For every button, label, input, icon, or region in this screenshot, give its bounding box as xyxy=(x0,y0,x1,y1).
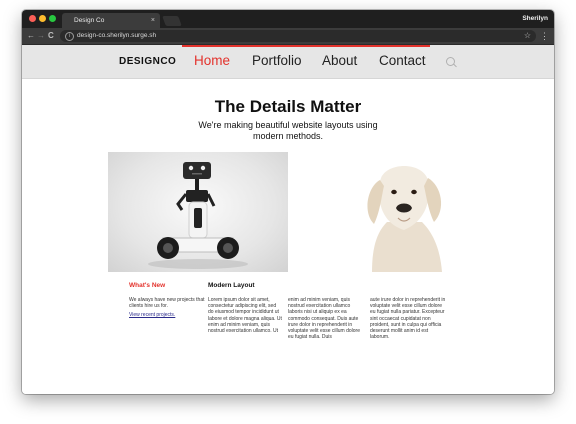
back-icon[interactable]: ← xyxy=(27,28,35,44)
minimize-window-button[interactable] xyxy=(39,15,46,22)
nav-about-link[interactable]: About xyxy=(322,53,357,68)
browser-window: Design Co × Sherilyn ← → C i design-co.s… xyxy=(22,10,554,394)
page-subtitle: We're making beautiful website layouts u… xyxy=(198,120,378,141)
maximize-window-button[interactable] xyxy=(49,15,56,22)
profile-name[interactable]: Sherilyn xyxy=(522,10,548,28)
modern-layout-heading: Modern Layout xyxy=(208,282,255,289)
search-icon[interactable] xyxy=(446,57,455,66)
browser-tab[interactable]: Design Co × xyxy=(62,13,160,28)
nav-home-link[interactable]: Home xyxy=(194,53,230,68)
site-logo[interactable]: DESIGNCO xyxy=(119,56,176,67)
web-page: DESIGNCO Home Portfolio About Contact Th… xyxy=(22,45,554,394)
new-tab-button[interactable] xyxy=(162,16,182,26)
whats-new-heading: What's New xyxy=(129,282,166,289)
reload-icon[interactable]: C xyxy=(48,28,54,44)
tab-bar: Design Co × Sherilyn xyxy=(22,10,554,28)
bookmark-star-icon[interactable]: ☆ xyxy=(524,30,531,42)
robot-image xyxy=(108,152,288,272)
forward-icon[interactable]: → xyxy=(37,28,45,44)
tab-close-icon[interactable]: × xyxy=(151,13,155,28)
address-toolbar: ← → C i design-co.sherilyn.surge.sh ☆ ⋮ xyxy=(22,28,554,45)
accent-bar xyxy=(182,45,430,47)
modern-layout-column-2: enim ad minim veniam, quis nostrud exerc… xyxy=(288,297,360,341)
nav-contact-link[interactable]: Contact xyxy=(379,53,426,68)
url-text: design-co.sherilyn.surge.sh xyxy=(77,32,157,39)
info-icon[interactable]: i xyxy=(65,32,74,41)
page-title: The Details Matter xyxy=(214,97,362,116)
close-window-button[interactable] xyxy=(29,15,36,22)
whats-new-text: We always have new projects that clients… xyxy=(129,297,205,310)
tab-title: Design Co xyxy=(74,17,105,24)
address-bar[interactable]: i design-co.sherilyn.surge.sh ☆ xyxy=(60,30,536,42)
dog-illustration xyxy=(332,152,468,272)
dog-image xyxy=(332,152,468,272)
modern-layout-column-1: Lorem ipsum dolor sit amet, consectetur … xyxy=(208,297,282,335)
site-header: DESIGNCO Home Portfolio About Contact xyxy=(22,45,554,79)
robot-illustration xyxy=(148,162,248,269)
nav-portfolio-link[interactable]: Portfolio xyxy=(252,53,302,68)
browser-menu-icon[interactable]: ⋮ xyxy=(540,28,549,44)
view-recent-projects-link[interactable]: View recent projects. xyxy=(129,312,175,318)
modern-layout-column-3: aute irure dolor in reprehenderit in vol… xyxy=(370,297,446,341)
